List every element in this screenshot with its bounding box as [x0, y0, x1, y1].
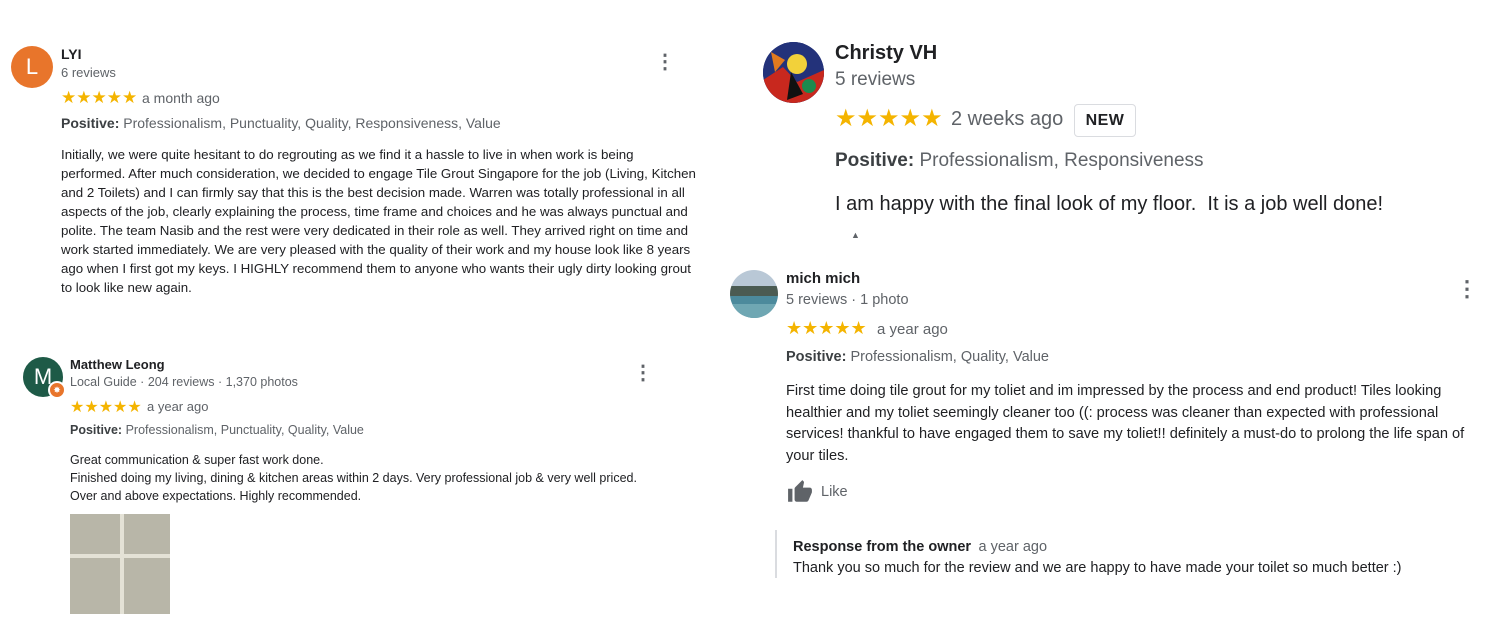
star-rating: ★★★★★ [786, 318, 867, 338]
review-text-line: Over and above expectations. Highly reco… [70, 489, 362, 503]
reviewer-meta: Local Guide · 204 reviews · 1,370 photos [70, 375, 298, 389]
review-time: a month ago [142, 90, 220, 106]
star-rating: ★★★★★ [61, 88, 138, 107]
positive-label: Positive: [61, 115, 120, 131]
owner-response-header: Response from the owner a year ago [793, 538, 1475, 556]
review-time: a year ago [147, 399, 209, 414]
review-photo-thumbnail[interactable] [70, 514, 170, 614]
avatar-image [730, 270, 778, 318]
positive-attributes: Positive: Professionalism, Punctuality, … [61, 115, 501, 131]
owner-response-text: Thank you so much for the review and we … [793, 560, 1402, 576]
owner-response-label: Response from the owner [793, 539, 972, 555]
positive-values: Professionalism, Quality, Value [846, 349, 1049, 365]
review-text-line: Great communication & super fast work do… [70, 453, 324, 467]
positive-label: Positive: [70, 423, 123, 437]
reviewer-name[interactable]: Christy VH [835, 42, 937, 65]
positive-label: Positive: [835, 150, 915, 171]
avatar-image [763, 42, 824, 103]
like-button[interactable]: Like [786, 479, 848, 505]
reviewer-meta: 5 reviews · 1 photo [786, 292, 909, 308]
positive-values: Professionalism, Punctuality, Quality, V… [122, 423, 364, 437]
positive-attributes: Positive: Professionalism, Quality, Valu… [786, 349, 1049, 365]
positive-values: Professionalism, Punctuality, Quality, R… [119, 115, 501, 131]
review-text: First time doing tile grout for my tolie… [786, 383, 1465, 464]
avatar[interactable] [763, 42, 824, 103]
positive-attributes: Positive: Professionalism, Responsivenes… [835, 150, 1204, 172]
review-text: Initially, we were quite hesitant to do … [61, 147, 696, 295]
review-text-line: Finished doing my living, dining & kitch… [70, 471, 637, 485]
avatar-initial: L [25, 54, 39, 79]
reviewer-meta: 5 reviews [835, 69, 916, 90]
review-text: I am happy with the final look of my flo… [835, 193, 1384, 215]
more-vert-icon[interactable]: ⋮ [655, 52, 675, 72]
local-guide-badge-icon: ✸ [48, 381, 66, 399]
review-text: Great communication & super fast work do… [70, 451, 690, 505]
star-rating: ★★★★★ [70, 399, 142, 416]
more-vert-icon[interactable]: ⋮ [1456, 278, 1478, 300]
review-time: 2 weeks ago [951, 108, 1064, 130]
positive-label: Positive: [786, 349, 847, 365]
more-vert-icon[interactable]: ⋮ [633, 363, 653, 383]
reviewer-name[interactable]: mich mich [786, 270, 860, 287]
owner-response: Response from the owner a year ago Thank… [775, 530, 1475, 578]
star-rating: ★★★★★ [835, 105, 943, 132]
collapse-caret-icon[interactable]: ▲ [851, 230, 860, 240]
review-time: a year ago [877, 321, 948, 338]
positive-values: Professionalism, Responsiveness [914, 150, 1204, 171]
reviewer-name[interactable]: LYI [61, 46, 82, 62]
avatar[interactable] [730, 270, 778, 318]
grout-line [120, 514, 124, 614]
reviewer-name[interactable]: Matthew Leong [70, 357, 165, 372]
owner-response-time: a year ago [978, 539, 1048, 555]
positive-attributes: Positive: Professionalism, Punctuality, … [70, 423, 364, 437]
thumb-up-icon [788, 480, 812, 502]
avatar[interactable]: L [11, 46, 53, 88]
like-label: Like [821, 484, 848, 500]
reviewer-meta: 6 reviews [61, 65, 116, 80]
new-badge: NEW [1074, 104, 1136, 137]
